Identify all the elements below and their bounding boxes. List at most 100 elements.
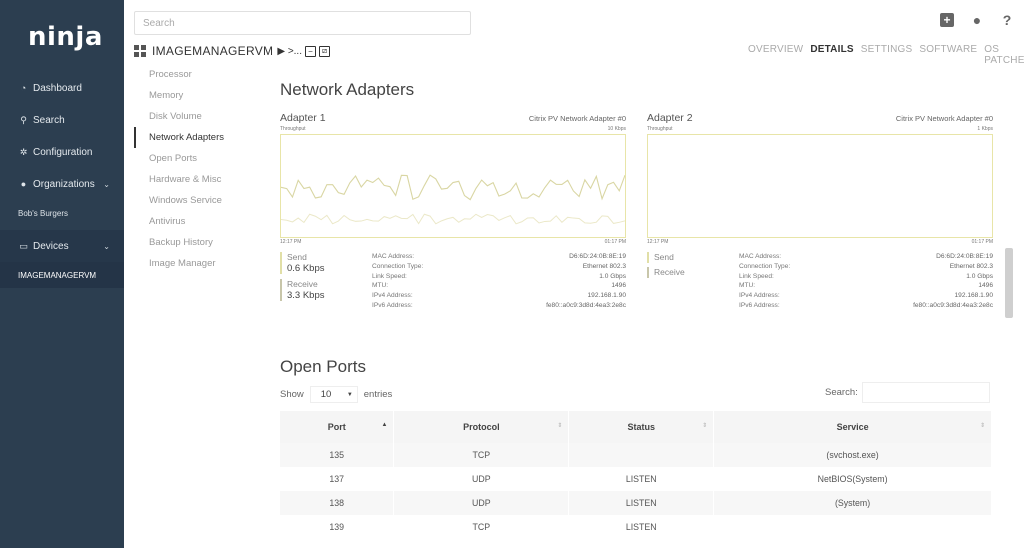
add-icon[interactable]: + xyxy=(940,13,954,27)
remote-box-icon[interactable]: ⧄ xyxy=(319,45,330,57)
user-icon[interactable]: ● xyxy=(970,12,984,28)
tab-software[interactable]: SOFTWARE xyxy=(919,44,977,66)
subnav-memory[interactable]: Memory xyxy=(134,85,274,106)
table-row[interactable]: 139 TCP LISTEN xyxy=(280,515,992,539)
sidebar-nav: ◔ Dashboard ⚲ Search ✲ Configuration ● O… xyxy=(0,72,124,288)
adapter-model: Citrix PV Network Adapter #0 xyxy=(528,114,626,123)
top-toolbar: + ● ? xyxy=(940,12,1014,28)
prop-key: Connection Type: xyxy=(372,262,424,270)
network-adapters-title: Network Adapters xyxy=(280,80,415,99)
subnav-windows-service[interactable]: Windows Service xyxy=(134,190,274,211)
monitor-icon: ▭ xyxy=(19,240,28,251)
time-end: 01:17 PM xyxy=(604,239,626,245)
prop-row: Connection Type: Ethernet 802.3 xyxy=(739,262,993,272)
receive-label: Receive xyxy=(654,267,685,277)
cell-service: NetBIOS(System) xyxy=(713,467,992,491)
subnav-disk-volume[interactable]: Disk Volume xyxy=(134,106,274,127)
tab-details[interactable]: DETAILS xyxy=(810,44,853,66)
prop-key: MAC Address: xyxy=(739,253,782,260)
subnav-network-adapters[interactable]: Network Adapters xyxy=(134,127,274,148)
prop-key: MAC Address: xyxy=(372,253,415,260)
subnav-hardware-misc[interactable]: Hardware & Misc xyxy=(134,169,274,190)
sidebar-subitem-imagemanagervm[interactable]: IMAGEMANAGERVM xyxy=(0,262,124,288)
tab-settings[interactable]: SETTINGS xyxy=(861,44,913,66)
sidebar-item-dashboard[interactable]: ◔ Dashboard xyxy=(0,72,124,104)
prop-row: Connection Type: Ethernet 802.3 xyxy=(372,262,626,272)
table-row[interactable]: 137 UDP LISTEN NetBIOS(System) xyxy=(280,467,992,491)
send-label: Send xyxy=(654,252,674,262)
prop-value: 192.168.1.90 xyxy=(587,292,626,300)
prop-row: IPv4 Address: 192.168.1.90 xyxy=(372,291,626,301)
sidebar-item-label: Organizations xyxy=(33,178,95,190)
col-label: Status xyxy=(627,422,655,432)
receive-value: 3.3 Kbps xyxy=(287,290,325,301)
receive-label: Receive xyxy=(287,279,318,289)
prop-value: D6:6D:24:0B:8E:19 xyxy=(569,253,626,260)
run-action-button[interactable]: ▶ >... xyxy=(277,46,302,57)
subnav-open-ports[interactable]: Open Ports xyxy=(134,148,274,169)
time-end: 01:17 PM xyxy=(971,239,993,245)
col-service[interactable]: Service ⇕ xyxy=(713,411,992,443)
cell-service: (System) xyxy=(713,491,992,515)
cell-port: 139 xyxy=(280,515,395,539)
cell-protocol: UDP xyxy=(393,467,570,491)
prop-value: 192.168.1.90 xyxy=(954,292,993,300)
search-input[interactable] xyxy=(134,11,471,35)
windows-icon xyxy=(134,45,146,57)
sort-asc-icon: ▲ xyxy=(381,422,388,428)
ninja-logo[interactable]: ninja xyxy=(28,22,103,52)
sidebar-subitem-bobs-burgers[interactable]: Bob's Burgers xyxy=(0,200,124,226)
cell-protocol: TCP xyxy=(393,443,570,467)
sidebar-item-configuration[interactable]: ✲ Configuration xyxy=(0,136,124,168)
prop-row: IPv6 Address: fe80::a0c9:3d8d:4ea3:2e8c xyxy=(739,301,993,311)
throughput-graph xyxy=(280,134,626,238)
table-row[interactable]: 138 UDP LISTEN (System) xyxy=(280,491,992,515)
sidebar-item-label: Search xyxy=(33,114,65,126)
send-label: Send xyxy=(287,252,307,262)
send-trace xyxy=(281,213,625,225)
table-search-input[interactable] xyxy=(861,382,990,403)
page-scrollbar[interactable] xyxy=(1005,248,1013,318)
subnav-backup-history[interactable]: Backup History xyxy=(134,232,274,253)
cell-status: LISTEN xyxy=(568,515,715,539)
cell-status: LISTEN xyxy=(568,467,715,491)
minus-box-icon[interactable]: − xyxy=(305,45,316,57)
caret-down-icon: ▼ xyxy=(346,391,353,398)
adapter-card: Adapter 2 Citrix PV Network Adapter #0 T… xyxy=(647,112,993,312)
subnav-image-manager[interactable]: Image Manager xyxy=(134,253,274,274)
sidebar-item-devices[interactable]: ▭ Devices ⌄ xyxy=(0,230,124,262)
prop-value: 1.0 Gbps xyxy=(599,272,626,280)
sidebar-item-organizations[interactable]: ● Organizations ⌄ xyxy=(0,168,124,200)
sidebar-item-search[interactable]: ⚲ Search xyxy=(0,104,124,136)
show-label: Show xyxy=(280,389,304,400)
user-icon: ● xyxy=(20,179,27,189)
prop-value: Ethernet 802.3 xyxy=(582,262,626,270)
prop-key: MTU: xyxy=(372,282,389,290)
prop-key: IPv6 Address: xyxy=(739,301,780,309)
subnav-antivirus[interactable]: Antivirus xyxy=(134,211,274,232)
sort-icon: ⇕ xyxy=(557,423,563,429)
col-port[interactable]: Port ▲ xyxy=(280,411,395,443)
tab-overview[interactable]: OVERVIEW xyxy=(748,44,803,66)
time-start: 12:17 PM xyxy=(280,239,302,245)
adapter-properties: MAC Address: D6:6D:24:0B:8E:19 Connection… xyxy=(372,252,626,311)
table-row[interactable]: 135 TCP (svchost.exe) xyxy=(280,443,992,467)
help-icon[interactable]: ? xyxy=(1000,12,1014,28)
subnav-processor[interactable]: Processor xyxy=(134,64,274,85)
open-ports-table: Port ▲ Protocol ⇕ Status ⇕ Service ⇕ 135 TCP… xyxy=(280,411,992,539)
scale-label: 10 Kbps xyxy=(607,126,626,132)
cell-service xyxy=(713,515,992,539)
cell-port: 138 xyxy=(280,491,395,515)
page-size-select[interactable]: 10 ▼ xyxy=(309,386,358,403)
time-start: 12:17 PM xyxy=(647,239,669,245)
table-search: Search: xyxy=(825,382,990,403)
page-size-control: Show 10 ▼ entries xyxy=(280,386,392,403)
tab-os-patches[interactable]: OS PATCHES xyxy=(984,44,1024,66)
cell-status: LISTEN xyxy=(568,491,715,515)
open-ports-title: Open Ports xyxy=(280,357,366,376)
col-protocol[interactable]: Protocol ⇕ xyxy=(393,411,570,443)
send-value: 0.6 Kbps xyxy=(287,263,325,274)
prop-value: 1496 xyxy=(611,282,626,290)
col-status[interactable]: Status ⇕ xyxy=(568,411,715,443)
col-label: Protocol xyxy=(463,422,500,432)
